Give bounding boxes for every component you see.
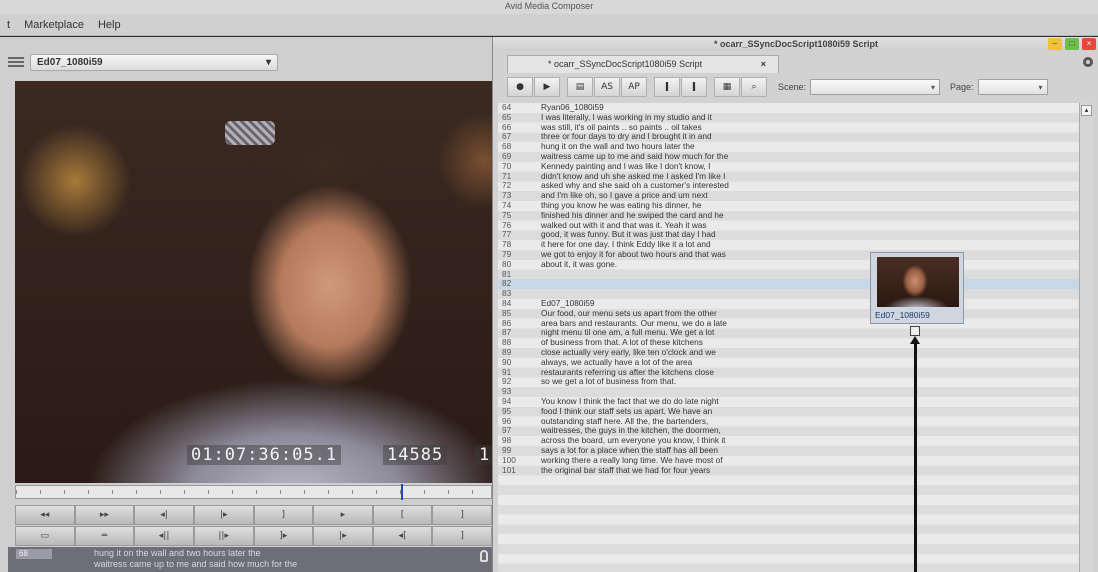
- go-to-in-button[interactable]: ◂||: [134, 526, 194, 546]
- grid-view-button[interactable]: ▦: [714, 77, 740, 97]
- script-line[interactable]: 81: [498, 269, 1079, 280]
- script-view-button[interactable]: ▤: [567, 77, 593, 97]
- script-window: * ocarr_SSyncDocScript1080i59 Script – □…: [492, 37, 1098, 572]
- play-script-button[interactable]: ▶: [534, 77, 560, 97]
- menu-item-help[interactable]: Help: [91, 19, 128, 31]
- go-to-out-button[interactable]: ||▸: [193, 526, 254, 546]
- script-line-text: about it, it was gone.: [541, 258, 618, 269]
- source-monitor-pane: Ed07_1080i59 ▾ 01:07:36:05.1 14585 1( ◂◂…: [0, 37, 492, 572]
- mark-out-alt-button[interactable]: ]: [432, 505, 492, 525]
- take-line[interactable]: [914, 340, 917, 572]
- script-text-area[interactable]: 64 Ryan06_1080i59 65 I was literally, I was…: [498, 103, 1079, 572]
- scroll-up-icon[interactable]: ▴: [1081, 105, 1092, 116]
- step-forward-button[interactable]: |▸: [193, 505, 254, 525]
- fast-forward-button[interactable]: ▸▸: [74, 505, 135, 525]
- script-line[interactable]: 82: [498, 279, 1079, 290]
- tab-script[interactable]: * ocarr_SSyncDocScript1080i59 Script ×: [507, 55, 779, 73]
- take-thumbnail-image: [877, 257, 959, 307]
- script-line[interactable]: 101 the original bar staff that we had fo…: [498, 464, 1079, 476]
- rewind-button[interactable]: ◂◂: [15, 505, 75, 525]
- scene-label: Scene:: [778, 82, 807, 92]
- lower-line-text-2: waitress came up to me and said how much…: [94, 559, 298, 569]
- video-frame[interactable]: 01:07:36:05.1 14585 1(: [15, 81, 492, 483]
- minimize-icon[interactable]: –: [1048, 38, 1062, 50]
- transport-row-1: ◂◂ ▸▸ ◂| |▸ ] ▸ [ ]: [15, 505, 492, 525]
- insert-take-button[interactable]: I: [681, 77, 707, 97]
- page-select[interactable]: ▾: [977, 79, 1048, 95]
- overwrite-button[interactable]: ]: [432, 526, 492, 546]
- microphone-icon[interactable]: [480, 550, 488, 562]
- scene-select[interactable]: ▾: [810, 79, 941, 95]
- script-line-text: so we get a lot of business from that.: [541, 376, 677, 387]
- take-thumbnail[interactable]: Ed07_1080i59: [870, 252, 964, 324]
- timecode-overlay: 01:07:36:05.1: [187, 445, 342, 465]
- mark-in-button[interactable]: [: [372, 505, 433, 525]
- take-line-handle[interactable]: [910, 326, 920, 336]
- gear-icon[interactable]: [1083, 57, 1093, 67]
- script-line[interactable]: 80 about it, it was gone.: [498, 258, 1079, 270]
- script-scrollbar[interactable]: ▴: [1079, 103, 1093, 572]
- page-label: Page:: [950, 82, 974, 92]
- lower-script-preview: 68 hung it on the wall and two hours lat…: [8, 547, 492, 572]
- menu-bar: t Marketplace Help: [0, 14, 1098, 36]
- close-icon[interactable]: ×: [1082, 38, 1096, 50]
- insert-sync-point-button[interactable]: I: [654, 77, 680, 97]
- script-line-text: the original bar staff that we had for f…: [541, 464, 711, 475]
- clip-name-select[interactable]: Ed07_1080i59 ▾: [30, 53, 278, 71]
- script-window-title: * ocarr_SSyncDocScript1080i59 Script: [493, 37, 1098, 51]
- script-line[interactable]: 92 so we get a lot of business from that.: [498, 377, 1079, 387]
- record-button[interactable]: ●: [507, 77, 533, 97]
- clear-marks-button[interactable]: ▭: [15, 526, 75, 546]
- tab-close-icon[interactable]: ×: [761, 56, 766, 72]
- source-clip-bar: Ed07_1080i59 ▾: [8, 51, 492, 73]
- play-in-out-button[interactable]: |▸: [313, 526, 373, 546]
- position-bar[interactable]: [15, 484, 492, 500]
- maximize-icon[interactable]: □: [1065, 38, 1079, 50]
- transport-row-2: ▭ ═ ◂|| ||▸ ]▸ |▸ ◂[ ]: [15, 526, 492, 546]
- chevron-down-icon: ▾: [265, 56, 271, 68]
- tab-script-label: * ocarr_SSyncDocScript1080i59 Script: [548, 59, 703, 69]
- match-frame-button[interactable]: ═: [74, 526, 135, 546]
- extra-overlay: 1(: [475, 445, 492, 465]
- script-line-number: 101: [502, 464, 516, 475]
- background-lights: [225, 121, 275, 145]
- lower-line-number: 68: [16, 549, 52, 559]
- frame-count-overlay: 14585: [383, 445, 448, 465]
- clip-name-label: Ed07_1080i59: [37, 56, 103, 68]
- play-button[interactable]: ▸: [313, 505, 373, 525]
- take-thumbnail-label: Ed07_1080i59: [875, 310, 930, 320]
- lower-line-text-1: hung it on the wall and two hours later …: [94, 548, 261, 558]
- menu-item-tools[interactable]: t: [0, 19, 17, 31]
- step-back-button[interactable]: ◂|: [134, 505, 194, 525]
- position-bar-ticks: [16, 490, 491, 494]
- auto-pan-button[interactable]: AP: [621, 77, 647, 97]
- mark-out-button[interactable]: ]: [253, 505, 314, 525]
- menu-item-marketplace[interactable]: Marketplace: [17, 19, 91, 31]
- auto-sync-button[interactable]: AS: [594, 77, 620, 97]
- monitor-menu-icon[interactable]: [8, 57, 24, 67]
- script-toolbar: ● ▶ ▤ AS AP I I ▦ ⌕ Scene: ▾ Page: ▾: [507, 76, 1087, 98]
- chevron-down-icon: ▾: [931, 82, 936, 92]
- tab-strip: * ocarr_SSyncDocScript1080i59 Script ×: [493, 53, 1098, 73]
- app-title: Avid Media Composer: [0, 0, 1098, 14]
- position-indicator[interactable]: [401, 484, 403, 500]
- splice-in-button[interactable]: ◂[: [372, 526, 433, 546]
- search-button[interactable]: ⌕: [741, 77, 767, 97]
- chevron-down-icon: ▾: [1038, 82, 1043, 92]
- play-out-button[interactable]: ]▸: [253, 526, 314, 546]
